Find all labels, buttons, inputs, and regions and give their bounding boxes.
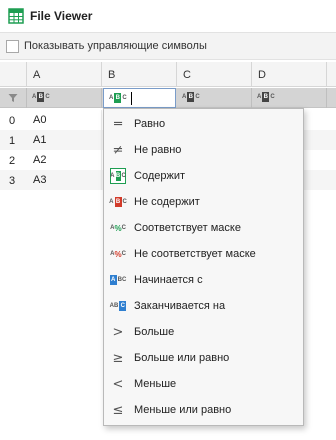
menu-item-matches-mask[interactable]: A% C Соответствует маске: [104, 215, 303, 241]
table-cell[interactable]: A2: [27, 150, 102, 170]
menu-item-starts-with[interactable]: A BC Начинается с: [104, 267, 303, 293]
filter-cell-d[interactable]: ABC: [252, 88, 327, 108]
column-header-row: A B C D: [0, 62, 336, 87]
not-matches-mask-icon: A% C: [110, 249, 126, 259]
greater-or-equal-icon: ≥: [112, 350, 124, 366]
menu-item-label: Больше: [134, 326, 175, 338]
menu-item-label: Меньше: [134, 378, 177, 390]
ends-with-icon: AB C: [109, 301, 127, 311]
row-number: 0: [9, 115, 16, 127]
column-header-a[interactable]: A: [27, 62, 102, 87]
menu-item-contains[interactable]: ABC Содержит: [104, 163, 303, 189]
menu-item-greater-than[interactable]: > Больше: [104, 319, 303, 345]
filter-condition-menu: ═ Равно ≠ Не равно ABC Содержит ABC Не с…: [103, 108, 304, 426]
table-cell[interactable]: A1: [27, 130, 102, 150]
menu-item-label: Равно: [134, 118, 166, 130]
contains-icon: ABC: [110, 168, 126, 184]
contains-filter-icon[interactable]: ABC: [32, 92, 50, 102]
menu-item-label: Не содержит: [134, 196, 200, 208]
menu-item-less-than[interactable]: < Меньше: [104, 371, 303, 397]
funnel-icon: [8, 94, 18, 102]
not-equals-icon: ≠: [112, 142, 124, 158]
row-number: 1: [9, 135, 16, 147]
column-header-c[interactable]: C: [177, 62, 252, 87]
text-cursor: [131, 92, 132, 105]
row-number: 2: [9, 155, 16, 167]
less-than-icon: <: [112, 376, 124, 392]
matches-mask-icon: A% C: [110, 223, 126, 233]
filter-row: ABC ABC ABC ABC: [0, 88, 336, 108]
title-bar: File Viewer: [0, 0, 336, 32]
window-title: File Viewer: [30, 9, 93, 23]
column-header-b[interactable]: B: [102, 62, 177, 87]
menu-item-not-equals[interactable]: ≠ Не равно: [104, 137, 303, 163]
less-or-equal-icon: ≤: [112, 402, 124, 418]
table-icon: [8, 8, 24, 24]
menu-item-label: Меньше или равно: [134, 404, 232, 416]
equals-icon: ═: [114, 116, 122, 132]
table-cell[interactable]: A3: [27, 170, 102, 190]
menu-item-ends-with[interactable]: AB C Заканчивается на: [104, 293, 303, 319]
menu-item-label: Содержит: [134, 170, 186, 182]
greater-than-icon: >: [112, 324, 124, 340]
menu-item-label: Соответствует маске: [134, 222, 241, 234]
filter-row-header: [0, 88, 27, 108]
corner-header: [0, 62, 27, 87]
filter-cell-b[interactable]: ABC: [103, 88, 176, 108]
not-contains-icon: ABC: [109, 197, 127, 207]
options-toolbar: Показывать управляющие символы: [0, 32, 336, 60]
menu-item-label: Не равно: [134, 144, 182, 156]
contains-filter-icon[interactable]: ABC: [182, 92, 200, 102]
menu-item-label: Начинается с: [134, 274, 203, 286]
menu-item-not-contains[interactable]: ABC Не содержит: [104, 189, 303, 215]
filter-cell-a[interactable]: ABC: [27, 88, 102, 108]
filter-cell-c[interactable]: ABC: [177, 88, 252, 108]
starts-with-icon: A BC: [109, 275, 127, 285]
menu-item-label: Не соответствует маске: [134, 248, 256, 260]
row-number: 3: [9, 175, 16, 187]
table-cell[interactable]: A0: [27, 110, 102, 130]
menu-item-equals[interactable]: ═ Равно: [104, 111, 303, 137]
menu-item-not-matches-mask[interactable]: A% C Не соответствует маске: [104, 241, 303, 267]
column-header-d[interactable]: D: [252, 62, 327, 87]
show-control-chars-checkbox[interactable]: [6, 39, 19, 53]
menu-item-label: Заканчивается на: [134, 300, 226, 312]
contains-filter-icon[interactable]: ABC: [257, 92, 275, 102]
show-control-chars-label[interactable]: Показывать управляющие символы: [24, 40, 207, 52]
contains-filter-icon[interactable]: ABC: [109, 93, 127, 103]
menu-item-greater-or-equal[interactable]: ≥ Больше или равно: [104, 345, 303, 371]
menu-item-label: Больше или равно: [134, 352, 230, 364]
menu-item-less-or-equal[interactable]: ≤ Меньше или равно: [104, 397, 303, 423]
